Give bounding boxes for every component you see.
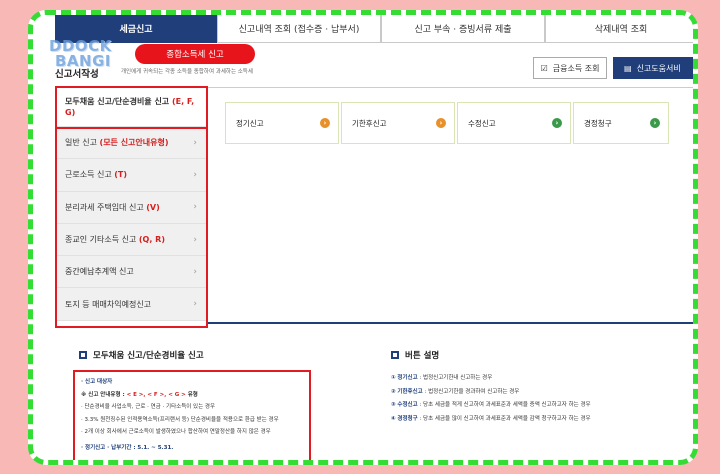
top-tabs: 세금신고 신고내역 조회 (접수증 · 납부서) 신고 부속 · 증빙서류 제출… xyxy=(55,15,693,43)
financial-income-lookup-button[interactable]: ☑ 금융소득 조회 xyxy=(533,57,607,79)
help-service-label: 신고도움서비 xyxy=(636,63,681,73)
page-title: 신고서작성 xyxy=(55,69,99,80)
regular-filing-button[interactable]: 정기신고 › xyxy=(225,102,339,144)
income-tax-pill: 종합소득세 신고 xyxy=(135,44,255,64)
selected-item-highlight-box xyxy=(55,86,208,129)
simplified-filing-heading: 모두채움 신고/단순경비율 신고 xyxy=(79,349,204,361)
arrow-right-icon: › xyxy=(552,118,562,128)
explanation-item: ① 정기신고 : 법정신고기한내 신고하는 경우 xyxy=(391,375,493,381)
amended-filing-button[interactable]: 수정신고 › xyxy=(457,102,571,144)
correction-claim-button[interactable]: 경정청구 › xyxy=(573,102,669,144)
button-explanation-heading: 버튼 설명 xyxy=(391,349,439,361)
target-bullet-3: · 2개 이상 회사에서 근로소득이 발생하였으나 합산하여 연말정산을 하지 … xyxy=(81,429,271,435)
guide-type-line: ※ 신고 안내유형 : < E >, < F >, < G > 유형 xyxy=(81,391,198,398)
target-bullet-1: · 단순경비율 사업소득, 근로 · 연금 · 기타소득이 있는 경우 xyxy=(81,404,216,410)
explanation-section: 모두채움 신고/단순경비율 신고 · 신고 대상자 ※ 신고 안내유형 : < … xyxy=(55,337,693,460)
late-filing-button[interactable]: 기한후신고 › xyxy=(341,102,455,144)
page-description: 개인에게 귀속되는 각종 소득을 종합하여 과세하는 소득세 xyxy=(121,69,253,75)
button-explanation-list: ① 정기신고 : 법정신고기한내 신고하는 경우 ② 기한후신고 : 법정신고기… xyxy=(391,372,591,426)
target-bullet-2: · 3.3% 원천징수된 인적용역소득(프리랜서 등) 단순경비율을 적용으로 … xyxy=(81,416,279,423)
target-info-box: · 신고 대상자 ※ 신고 안내유형 : < E >, < F >, < G >… xyxy=(73,370,311,460)
explanation-item: ③ 수정신고 : 당초 세금을 적게 신고하여 과세표준과 세액을 증액 신고하… xyxy=(391,402,591,408)
arrow-right-icon: › xyxy=(436,118,446,128)
content-frame: 세금신고 신고내역 조회 (접수증 · 납부서) 신고 부속 · 증빙서류 제출… xyxy=(28,10,698,465)
section-left-title: 모두채움 신고/단순경비율 신고 xyxy=(93,351,204,361)
arrow-right-icon: › xyxy=(650,118,660,128)
correction-claim-label: 경정청구 xyxy=(584,118,612,128)
target-label: · 신고 대상자 xyxy=(81,379,113,385)
tab-supporting-docs[interactable]: 신고 부속 · 증빙서류 제출 xyxy=(381,15,545,43)
square-bullet-icon xyxy=(391,351,399,359)
late-filing-label: 기한후신고 xyxy=(352,118,387,128)
arrow-right-icon: › xyxy=(320,118,330,128)
filing-period: · 정기신고 · 납부기간 : 5.1. ~ 5.31. xyxy=(81,444,174,451)
document-check-icon: ☑ xyxy=(540,63,548,73)
help-service-button[interactable]: ▤ 신고도움서비 xyxy=(613,57,693,79)
amended-filing-label: 수정신고 xyxy=(468,118,496,128)
financial-income-lookup-label: 금융소득 조회 xyxy=(552,63,600,73)
tab-filing-history[interactable]: 신고내역 조회 (접수증 · 납부서) xyxy=(217,15,381,43)
book-icon: ▤ xyxy=(624,63,632,73)
tab-deleted-history[interactable]: 삭제내역 조회 xyxy=(545,15,693,43)
explanation-item: ④ 경정청구 : 당초 세금을 많이 신고하여 과세표준과 세액을 감액 청구하… xyxy=(391,415,591,422)
section-right-title: 버튼 설명 xyxy=(405,351,440,361)
square-bullet-icon xyxy=(79,351,87,359)
regular-filing-label: 정기신고 xyxy=(236,118,264,128)
report-type-buttons: 정기신고 › 기한후신고 › 수정신고 › 경정청구 › xyxy=(225,102,669,144)
explanation-item: ② 기한후신고 : 법정신고기한을 경과하여 신고하는 경우 xyxy=(391,388,520,395)
